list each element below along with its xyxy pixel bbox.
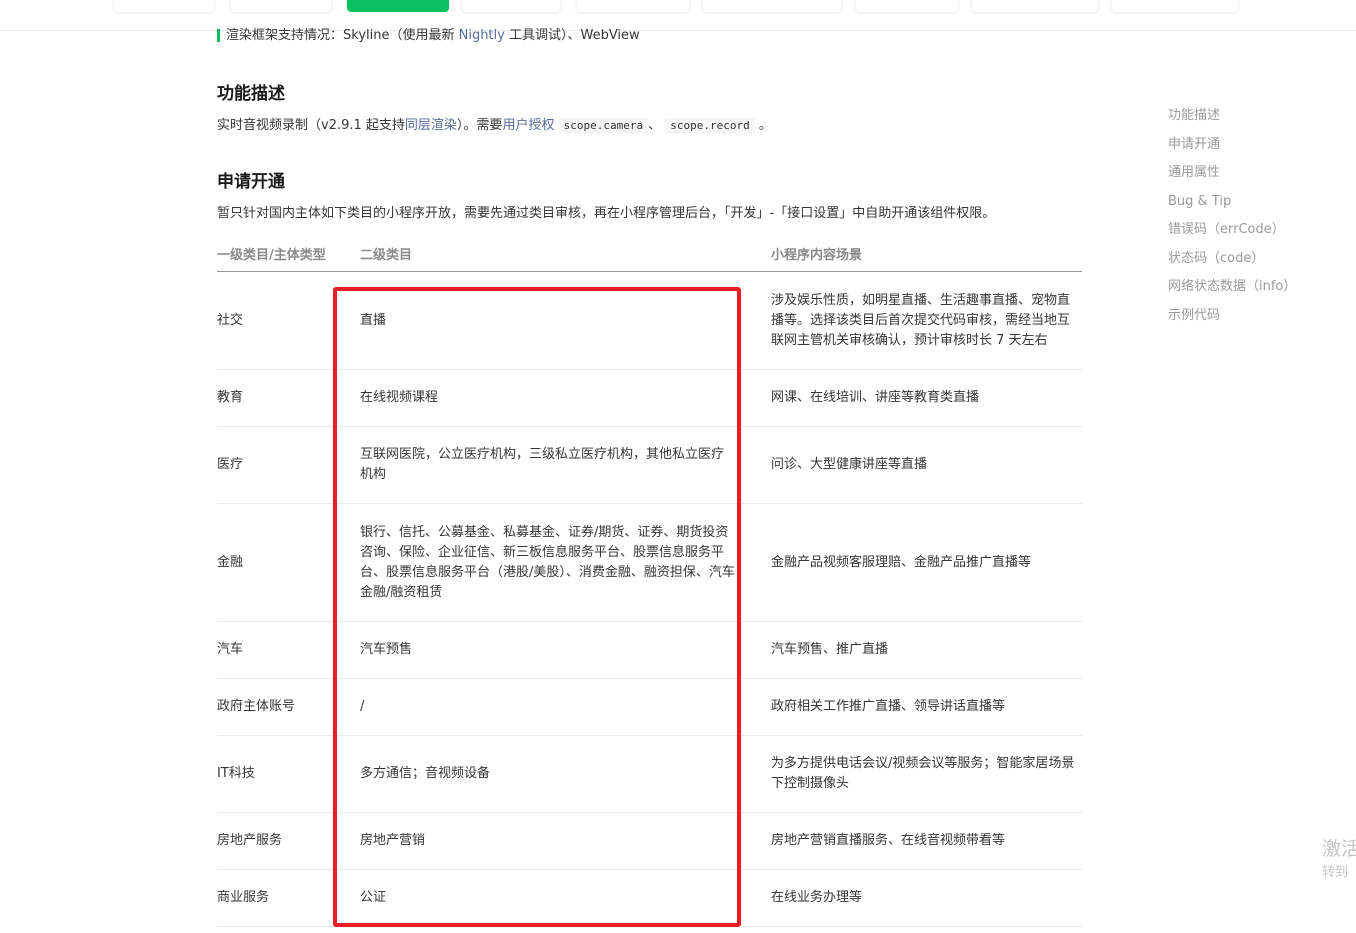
nav-tab[interactable] [972, 0, 1098, 12]
apply-paragraph: 暂只针对国内主体如下类目的小程序开放，需要先通过类目审核，再在小程序管理后台，「… [217, 206, 996, 221]
cell-category: 社交 [217, 312, 244, 328]
header-subcategory: 二级类目 [360, 248, 413, 263]
desc-text: ）。需要 [456, 118, 503, 133]
cell-category: 汽车 [217, 642, 244, 657]
separator: 、 [648, 118, 662, 133]
toc-item[interactable]: 功能描述 [1168, 106, 1296, 135]
toc-item[interactable]: 网络状态数据（info） [1168, 277, 1296, 306]
header-scene: 小程序内容场景 [771, 248, 863, 263]
cell-category: 商业服务 [217, 890, 270, 905]
section-title-apply: 申请开通 [217, 172, 285, 192]
toc-item[interactable]: 示例代码 [1168, 306, 1296, 335]
render-note-suffix: 工具调试）、WebView [504, 28, 640, 43]
same-layer-render-link[interactable]: 同层渲染 [405, 118, 457, 133]
cell-scene: 涉及娱乐性质，如明星直播、生活趣事直播、宠物直播等。选择该类目后首次提交代码审核… [771, 292, 1071, 348]
render-support-note: 渲染框架支持情况：Skyline（使用最新 Nightly 工具调试）、WebV… [217, 28, 640, 43]
cell-category: 政府主体账号 [217, 699, 296, 714]
toc-item[interactable]: 状态码（code） [1168, 249, 1296, 278]
toc-item[interactable]: 申请开通 [1168, 135, 1296, 164]
watermark-line-1: 激活 [1322, 838, 1356, 860]
toc-item[interactable]: 通用属性 [1168, 163, 1296, 192]
nav-tab[interactable] [577, 0, 689, 12]
header-category: 一级类目/主体类型 [217, 248, 326, 263]
cell-category: 医疗 [217, 457, 244, 472]
scope-record-code: scope.record [665, 118, 755, 133]
cell-category: 金融 [217, 554, 244, 570]
toc-item[interactable]: 错误码（errCode） [1168, 220, 1296, 249]
nightly-link[interactable]: Nightly [459, 28, 505, 43]
cell-category: IT科技 [217, 766, 255, 781]
toc-item[interactable]: Bug & Tip [1168, 192, 1296, 221]
table-header: 一级类目/主体类型 二级类目 小程序内容场景 [217, 238, 1082, 272]
nav-tab[interactable] [462, 0, 560, 12]
cell-scene: 金融产品视频客服理赔、金融产品推广直播等 [771, 554, 1032, 570]
cell-scene: 在线业务办理等 [771, 890, 863, 905]
cell-scene: 为多方提供电话会议/视频会议等服务；智能家居场景下控制摄像头 [771, 756, 1075, 791]
top-nav [0, 0, 1356, 31]
user-auth-link[interactable]: 用户授权 [502, 118, 554, 133]
nav-tab[interactable] [231, 0, 331, 12]
cell-scene: 房地产营销直播服务、在线音视频带看等 [771, 833, 1006, 848]
cell-scene: 汽车预售、推广直播 [771, 642, 889, 657]
render-note-prefix: 渲染框架支持情况：Skyline（使用最新 [226, 28, 459, 43]
table-of-contents: 功能描述 申请开通 通用属性 Bug & Tip 错误码（errCode） 状态… [1168, 106, 1296, 334]
cell-category: 房地产服务 [217, 833, 283, 848]
watermark-line-2: 转到 [1322, 865, 1349, 880]
cell-category: 教育 [217, 390, 244, 405]
desc-end: 。 [758, 118, 772, 133]
cell-scene: 政府相关工作推广直播、领导讲话直播等 [771, 699, 1006, 714]
cell-scene: 网课、在线培训、讲座等教育类直播 [771, 390, 980, 405]
desc-text: 实时音视频录制（v2.9.1 起支持 [217, 118, 405, 133]
nav-tab[interactable] [114, 0, 214, 12]
desc-paragraph: 实时音视频录制（v2.9.1 起支持同层渲染）。需要用户授权 scope.cam… [217, 114, 772, 133]
cell-scene: 问诊、大型健康讲座等直播 [771, 457, 928, 472]
nav-tab[interactable] [856, 0, 958, 12]
highlight-annotation-box [333, 287, 741, 927]
os-activation-watermark: 激活 转到 [1322, 836, 1356, 884]
section-title-desc: 功能描述 [217, 84, 285, 104]
scope-camera-code: scope.camera [558, 118, 649, 133]
nav-tab[interactable] [1112, 0, 1238, 12]
nav-tab-active[interactable] [347, 0, 449, 12]
nav-tab[interactable] [703, 0, 841, 12]
